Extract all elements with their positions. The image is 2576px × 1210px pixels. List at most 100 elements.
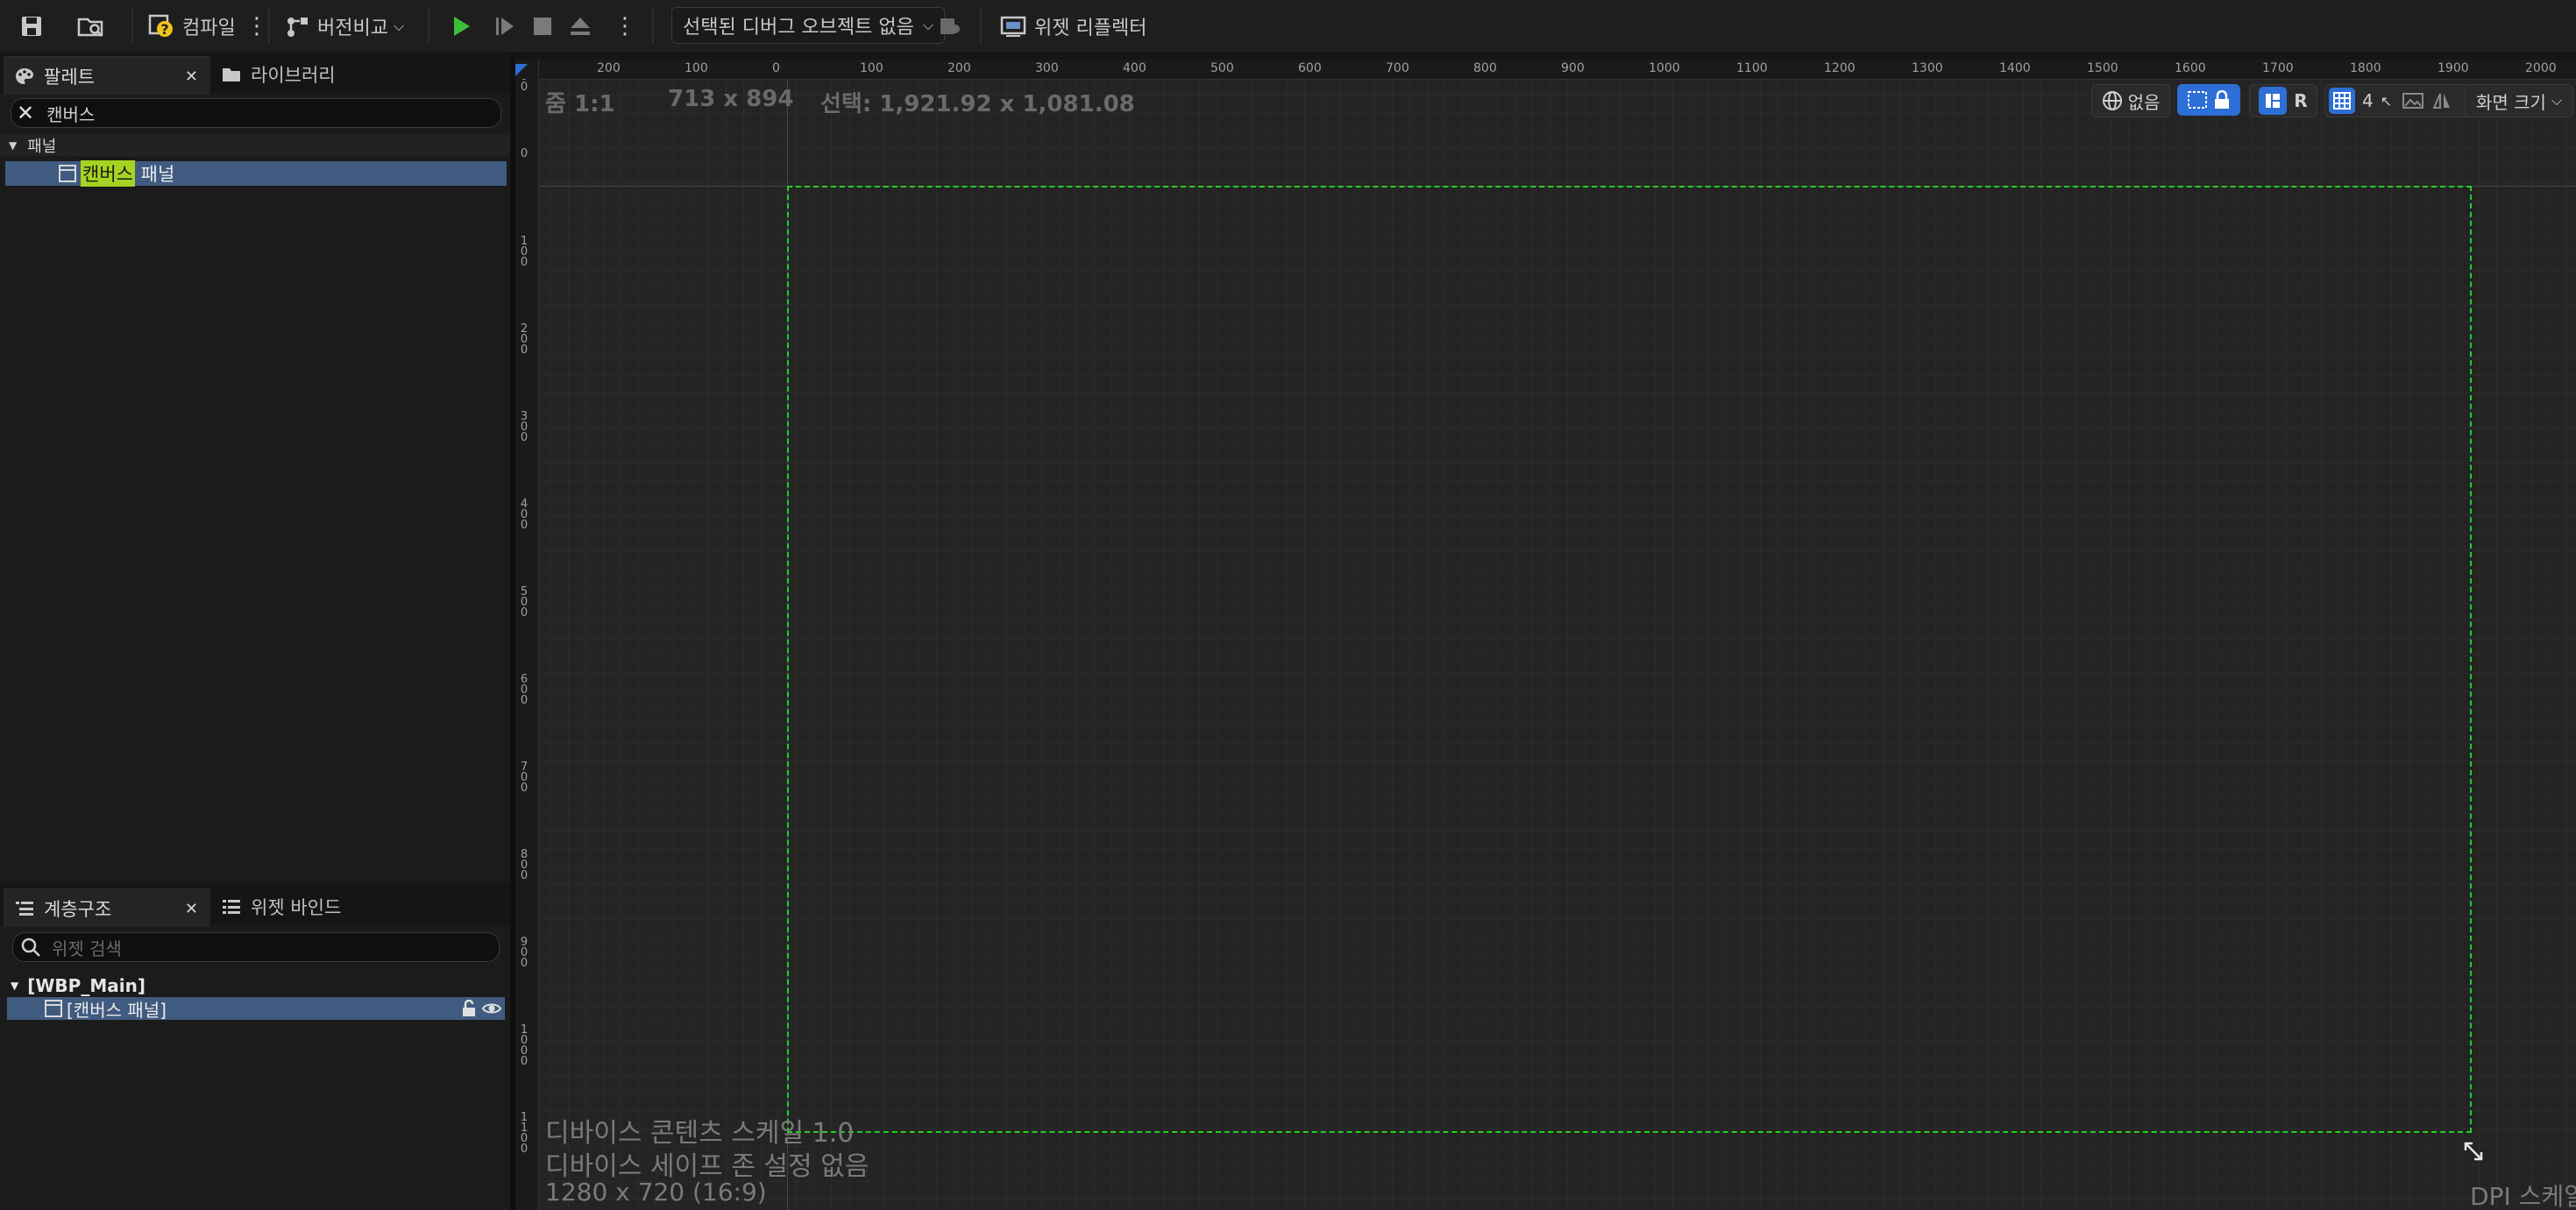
selection-size-label: 선택: 1,921.92 x 1,081.08	[820, 91, 1135, 117]
folder-search-icon	[77, 18, 103, 38]
advance-frame-button[interactable]	[493, 7, 517, 46]
play-options-button[interactable]: ⋮	[614, 7, 636, 46]
ruler-tick-label: 400	[520, 498, 529, 532]
chevron-down-icon: ⌵	[2551, 92, 2563, 109]
ruler-tick-label: 100	[520, 235, 529, 269]
ruler-tick-label: 1900	[2438, 61, 2469, 75]
hierarchy-item-canvas-panel[interactable]: [캔버스 패널]	[7, 997, 505, 1021]
chevron-down-icon: ⌵	[393, 18, 405, 34]
tab-widget-bindings-label: 위젯 바인드	[251, 897, 342, 918]
tab-hierarchy[interactable]: 계층구조 ✕	[4, 888, 210, 927]
diff-label: 버전비교	[317, 18, 388, 39]
tab-library-label: 라이브러리	[251, 65, 336, 86]
tab-widget-bindings[interactable]: 위젯 바인드	[221, 888, 431, 925]
resolution-label: 1280 x 720 (16:9)	[545, 1178, 767, 1206]
ruler-tick-label: 900	[520, 936, 529, 970]
dpi-scale-label: DPI 스케일	[2470, 1182, 2576, 1210]
screen-size-dropdown[interactable]: 화면 크기 ⌵	[2465, 84, 2573, 117]
grid-snap-value[interactable]: 4	[2362, 90, 2374, 111]
flip-icon[interactable]	[2432, 92, 2452, 110]
ruler-tick-label: 0	[520, 147, 529, 160]
resize-handle-icon[interactable]	[2463, 1141, 2484, 1162]
tab-library[interactable]: 라이브러리	[221, 56, 431, 93]
palette-item-canvas-panel[interactable]: 캔버스 패널	[5, 160, 507, 187]
folder-icon	[223, 68, 240, 81]
debug-browse-button[interactable]	[938, 7, 962, 46]
ruler-tick-label: 1300	[1912, 61, 1943, 75]
tab-palette[interactable]: 팔레트 ✕	[4, 56, 210, 95]
ruler-tick-label: 1400	[1999, 61, 2031, 75]
svg-text:?: ?	[160, 21, 168, 38]
compile-status-icon: ?	[148, 14, 173, 38]
ruler-tick-label: 800	[1473, 61, 1497, 75]
zoom-label: 줌 1:1	[545, 91, 615, 117]
snap-toggle-group[interactable]: R	[2249, 84, 2317, 117]
screen-size-label: 화면 크기	[2475, 91, 2546, 113]
horizontal-ruler: 200 100 0 100 200 300 400 500 600 700 800 900 1000 11…	[515, 60, 2576, 80]
grid-icon[interactable]	[2329, 88, 2355, 114]
ruler-tick-label: 900	[1561, 61, 1585, 75]
diff-button[interactable]: 버전비교 ⌵	[286, 7, 404, 46]
canvas-panel-icon	[45, 1000, 62, 1017]
palette-panel: 팔레트 ✕ 라이브러리 ✕ 캔버스 ▼ 패널 캔버스 패널	[0, 53, 510, 883]
tab-hierarchy-label: 계층구조	[44, 899, 112, 920]
browse-asset-button[interactable]	[77, 7, 105, 46]
widget-reflector-button[interactable]: 위젯 리플렉터	[999, 7, 1146, 46]
play-icon	[454, 17, 470, 36]
chevron-down-icon: ⌵	[922, 17, 934, 33]
hierarchy-root-label: [WBP_Main]	[27, 975, 145, 996]
diff-icon	[287, 18, 308, 37]
triangle-down-icon: ▼	[11, 980, 19, 992]
ruler-tick-label: 300	[1035, 61, 1059, 75]
hierarchy-tabstrip: 계층구조 ✕ 위젯 바인드	[0, 885, 510, 927]
ruler-tick-label: 200	[520, 322, 529, 357]
widget-search-placeholder: 위젯 검색	[52, 938, 122, 959]
selection-box-icon	[2188, 91, 2207, 109]
ruler-tick-label: 1200	[1824, 61, 1856, 75]
eject-button[interactable]	[568, 7, 593, 46]
close-icon[interactable]: ✕	[185, 67, 198, 86]
bindings-list-icon	[223, 900, 240, 914]
ruler-tick-label: 100	[685, 61, 708, 75]
ruler-tick-label: 1700	[2262, 61, 2294, 75]
ruler-tick-label: 500	[1210, 61, 1234, 75]
eject-icon	[571, 18, 590, 35]
background-image-icon[interactable]	[2402, 93, 2424, 109]
ruler-tick-label: 2000	[2525, 61, 2557, 75]
palette-item-highlight: 캔버스	[81, 160, 135, 187]
ruler-tick-label: 400	[1123, 61, 1146, 75]
palette-category-panel[interactable]: ▼ 패널	[0, 135, 510, 156]
designer-viewport[interactable]: 줌 1:1 713 x 894 선택: 1,921.92 x 1,081.08 …	[515, 60, 2576, 1210]
canvas-panel-selection-box[interactable]	[787, 186, 2472, 1133]
debug-object-dropdown[interactable]: 선택된 디버그 오브젝트 없음 ⌵	[671, 7, 946, 44]
hierarchy-root-item[interactable]: ▼ [WBP_Main]	[0, 974, 510, 997]
clear-search-icon[interactable]: ✕	[17, 101, 34, 125]
widget-search-input[interactable]: 위젯 검색	[12, 932, 500, 962]
play-button[interactable]	[449, 7, 473, 46]
unlock-icon[interactable]	[461, 1000, 477, 1017]
ruler-tick-label: 300	[520, 410, 529, 444]
palette-search-input[interactable]: ✕ 캔버스	[11, 98, 501, 128]
palette-tabstrip: 팔레트 ✕ 라이브러리	[0, 53, 510, 95]
debug-object-label: 선택된 디버그 오브젝트 없음	[683, 17, 914, 39]
r-toggle-label[interactable]: R	[2294, 90, 2307, 111]
hierarchy-icon	[16, 902, 33, 916]
ruler-tick-label: 600	[520, 673, 529, 707]
widget-reflector-icon	[1000, 16, 1026, 37]
search-icon	[21, 938, 40, 957]
hierarchy-child-label: [캔버스 패널]	[67, 999, 167, 1021]
cursor-icon[interactable]: ↖	[2381, 93, 2392, 110]
layout-icon[interactable]	[2259, 87, 2288, 115]
respect-locks-toggle[interactable]	[2177, 84, 2240, 116]
ruler-tick-label: 1000	[520, 1023, 529, 1068]
localization-preview-button[interactable]: 없음	[2091, 84, 2170, 117]
compile-button[interactable]: ? 컴파일	[147, 7, 236, 46]
save-button[interactable]	[19, 7, 44, 46]
stop-button[interactable]	[531, 7, 554, 46]
close-icon[interactable]: ✕	[185, 900, 198, 918]
compile-options-button[interactable]: ⋮	[245, 7, 268, 46]
vertical-ruler: 100010020030040050060070080090010001100	[515, 60, 539, 1210]
palette-search-value: 캔버스	[46, 103, 96, 125]
eye-icon[interactable]	[482, 1001, 501, 1015]
viewport-size-label: 713 x 894	[668, 86, 794, 112]
